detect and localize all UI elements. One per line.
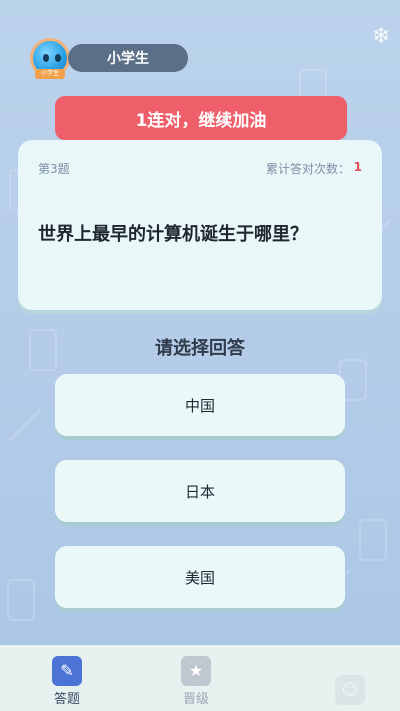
snowflake-icon: ❄ <box>372 24 391 49</box>
avatar-level-tag: 小学生 <box>35 69 65 79</box>
tab-answer-label: 答题 <box>53 692 80 707</box>
avatar[interactable]: 小学生 <box>30 38 70 79</box>
answer-option-2[interactable]: 日本 <box>55 460 345 522</box>
question-card: 第3题 累计答对次数： 1 世界上最早的计算机诞生于哪里？ <box>18 140 382 310</box>
bottom-tab-bar: ✎ 答题 ★ 晋级 ☺ <box>0 645 400 711</box>
quiz-page: 小学生 小学生 ❄ 1连对，继续加油 第3题 累计答对次数： 1 世界上最早的计… <box>0 0 400 711</box>
user-header: 小学生 小学生 <box>24 38 189 79</box>
level-label: 小学生 <box>68 44 188 72</box>
correct-count-value: 1 <box>353 160 362 174</box>
pencil-icon: ✎ <box>52 656 82 686</box>
tab-promote-label: 晋级 <box>182 692 209 707</box>
avatar-eye <box>55 54 61 62</box>
streak-banner: 1连对，继续加油 <box>55 96 347 140</box>
answer-option-3[interactable]: 美国 <box>55 546 345 608</box>
avatar-eye <box>43 54 49 62</box>
question-text: 世界上最早的计算机诞生于哪里？ <box>38 224 308 245</box>
trophy-icon: ★ <box>181 656 211 686</box>
user-icon: ☺ <box>335 675 365 705</box>
answer-prompt: 请选择回答 <box>155 338 245 359</box>
question-number: 第3题 <box>38 162 70 176</box>
tab-profile[interactable]: ☺ <box>330 675 370 707</box>
tab-answer[interactable]: ✎ 答题 <box>46 656 88 707</box>
tab-promote[interactable]: ★ 晋级 <box>176 656 216 707</box>
answer-option-1[interactable]: 中国 <box>55 374 345 436</box>
correct-count-label: 累计答对次数： <box>265 162 350 176</box>
